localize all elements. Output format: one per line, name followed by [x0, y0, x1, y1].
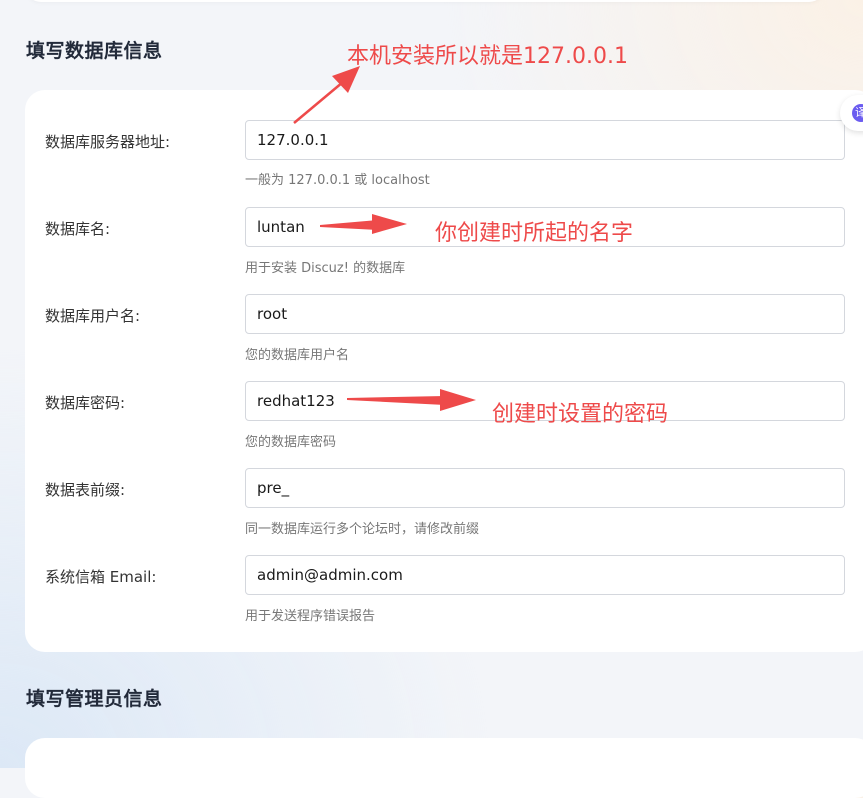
annotation-password: 创建时设置的密码	[492, 402, 669, 427]
db-password-hint: 您的数据库密码	[245, 435, 337, 450]
database-section-title: 填写数据库信息	[26, 40, 163, 62]
db-password-label: 数据库密码:	[45, 394, 126, 412]
previous-section-card	[25, 0, 825, 2]
admin-section-title: 填写管理员信息	[26, 688, 163, 710]
db-server-hint: 一般为 127.0.0.1 或 localhost	[245, 173, 430, 188]
system-email-label: 系统信箱 Email:	[45, 568, 157, 586]
translate-icon[interactable]: 译	[852, 104, 863, 122]
system-email-hint: 用于发送程序错误报告	[245, 609, 376, 624]
table-prefix-input[interactable]	[245, 468, 845, 508]
db-server-input[interactable]	[245, 120, 845, 160]
annotation-server: 本机安装所以就是127.0.0.1	[347, 44, 628, 69]
db-user-hint: 您的数据库用户名	[245, 348, 350, 363]
db-user-label: 数据库用户名:	[45, 307, 141, 325]
table-prefix-hint: 同一数据库运行多个论坛时，请修改前缀	[245, 522, 480, 537]
table-prefix-label: 数据表前缀:	[45, 481, 126, 499]
annotation-dbname: 你创建时所起的名字	[435, 221, 634, 246]
db-server-label: 数据库服务器地址:	[45, 133, 171, 151]
db-name-label: 数据库名:	[45, 220, 111, 238]
db-user-input[interactable]	[245, 294, 845, 334]
admin-form-card	[25, 738, 863, 798]
db-name-hint: 用于安装 Discuz! 的数据库	[245, 261, 406, 276]
system-email-input[interactable]	[245, 555, 845, 595]
